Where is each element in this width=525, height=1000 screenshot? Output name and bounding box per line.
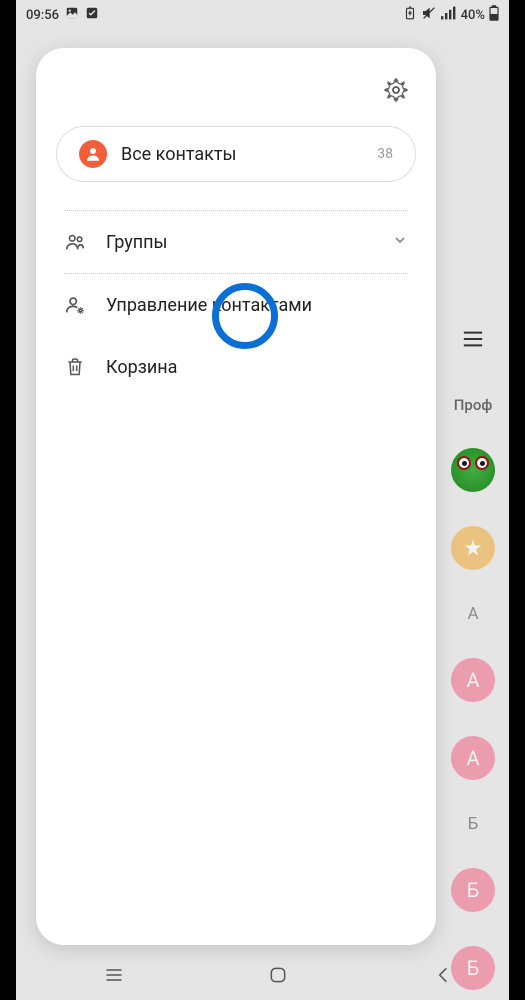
battery-percent: 40% — [461, 8, 485, 23]
groups-item[interactable]: Группы — [36, 211, 436, 273]
section-letter-a: А — [467, 604, 478, 624]
battery-icon — [489, 5, 499, 25]
trash-icon — [64, 356, 86, 378]
battery-saver-icon — [403, 6, 417, 24]
chevron-down-icon — [392, 232, 408, 252]
profile-section-label: Проф — [454, 396, 493, 414]
settings-icon[interactable] — [384, 78, 408, 106]
back-button[interactable] — [413, 965, 473, 985]
signal-icon — [441, 6, 457, 24]
trash-label: Корзина — [106, 357, 408, 378]
section-letter-b: Б — [468, 814, 479, 834]
favorite-avatar[interactable] — [451, 526, 495, 570]
check-icon — [85, 6, 99, 24]
mute-icon — [421, 5, 437, 25]
groups-label: Группы — [106, 232, 372, 253]
contact-avatar[interactable]: А — [451, 736, 495, 780]
navigation-drawer: Все контакты 38 Группы Управление контак… — [36, 48, 436, 945]
image-icon — [65, 6, 79, 24]
manage-contacts-item[interactable]: Управление контактами — [36, 274, 436, 336]
groups-icon — [64, 231, 86, 253]
manage-contacts-icon — [64, 294, 86, 316]
contacts-list-partial: Проф А А А Б Б Б — [437, 330, 509, 990]
menu-icon[interactable] — [462, 330, 484, 352]
manage-contacts-label: Управление контактами — [106, 295, 408, 316]
home-button[interactable] — [248, 965, 308, 985]
trash-item[interactable]: Корзина — [36, 336, 436, 398]
contact-avatar[interactable]: Б — [451, 868, 495, 912]
recents-button[interactable] — [84, 967, 144, 983]
all-contacts-label: Все контакты — [121, 144, 363, 165]
person-icon — [79, 140, 107, 168]
contacts-count: 38 — [377, 146, 393, 162]
clock: 09:56 — [26, 8, 59, 23]
contact-avatar[interactable]: А — [451, 658, 495, 702]
all-contacts-button[interactable]: Все контакты 38 — [56, 126, 416, 182]
status-bar: 09:56 40% — [16, 0, 509, 30]
profile-avatar[interactable] — [451, 448, 495, 492]
navigation-bar — [32, 958, 525, 992]
